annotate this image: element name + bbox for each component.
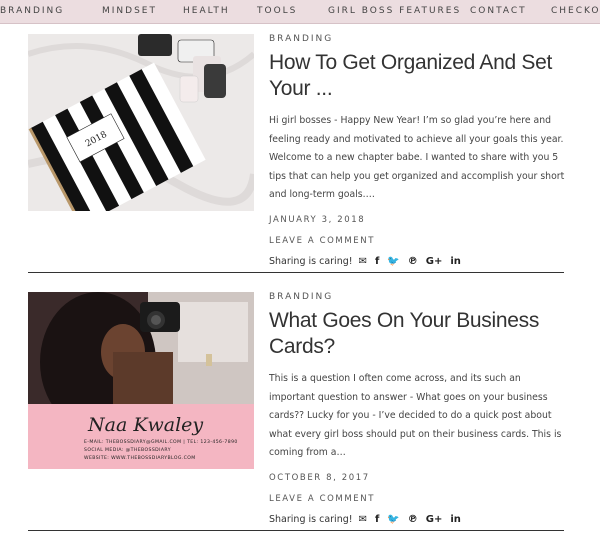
post-date: January 3, 2018 [269,214,366,225]
nav-checkout[interactable]: Checkout [551,6,600,16]
google-plus-icon[interactable]: G+ [426,514,443,525]
post-category[interactable]: Branding [269,34,569,44]
linkedin-icon[interactable]: in [450,256,461,267]
planner-photo: 2018 [28,34,254,211]
nav-branding[interactable]: Branding [0,6,64,16]
post-excerpt: This is a question I often come across, … [269,373,562,458]
post-category[interactable]: Branding [269,292,569,302]
post-date: October 8, 2017 [269,472,370,483]
nav-mindset[interactable]: Mindset [102,6,157,16]
leave-comment-link[interactable]: Leave a Comment [269,494,569,504]
facebook-icon[interactable]: f [375,256,379,267]
nav-health[interactable]: Health [183,6,230,16]
share-bar: Sharing is caring! ✉ f 🐦 ℗ G+ in [269,256,569,267]
top-navigation: Branding Mindset Health Tools Girl Boss … [0,0,600,24]
share-bar: Sharing is caring! ✉ f 🐦 ℗ G+ in [269,514,569,525]
leave-comment-link[interactable]: Leave a Comment [269,236,569,246]
post-thumbnail-business-card[interactable]: Naa Kwaley E-mail: thebossdiary@gmail.co… [28,292,254,469]
nav-contact[interactable]: Contact [470,6,527,16]
post-thumbnail-planner[interactable]: 2018 [28,34,254,211]
card-social: Social Media: @thebossdiary [84,448,171,453]
pinterest-icon[interactable]: ℗ [408,256,418,267]
google-plus-icon[interactable]: G+ [426,256,443,267]
envelope-icon[interactable]: ✉ [359,256,367,267]
card-name: Naa Kwaley [88,414,204,436]
envelope-icon[interactable]: ✉ [359,514,367,525]
nav-tools[interactable]: Tools [257,6,297,16]
facebook-icon[interactable]: f [375,514,379,525]
share-label: Sharing is caring! [269,255,353,267]
twitter-icon[interactable]: 🐦 [387,514,399,525]
post-title[interactable]: What Goes On Your Business Cards? [269,308,569,360]
post-body: Branding What Goes On Your Business Card… [269,292,569,525]
post-body: Branding How To Get Organized And Set Yo… [269,34,569,267]
twitter-icon[interactable]: 🐦 [387,256,399,267]
nav-girl-boss-features[interactable]: Girl Boss Features [328,6,461,16]
post-title[interactable]: How To Get Organized And Set Your ... [269,50,569,102]
pinterest-icon[interactable]: ℗ [408,514,418,525]
post-divider [28,272,564,273]
post-excerpt: Hi girl bosses - Happy New Year! I’m so … [269,115,565,200]
share-label: Sharing is caring! [269,513,353,525]
card-website: Website: www.thebossdiaryblog.com [84,456,196,461]
post-divider [28,530,564,531]
card-email: E-mail: thebossdiary@gmail.com | Tel: 12… [84,440,238,445]
linkedin-icon[interactable]: in [450,514,461,525]
